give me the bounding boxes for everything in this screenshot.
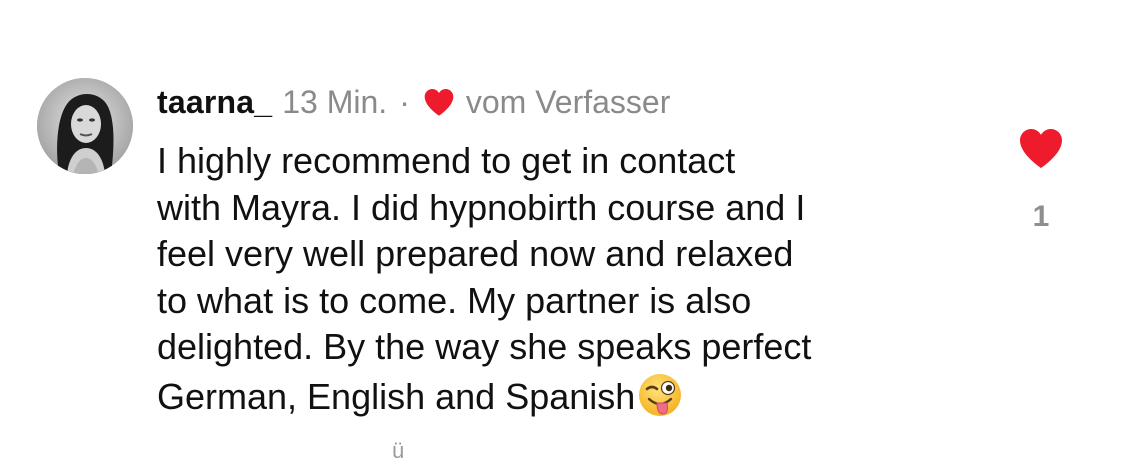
avatar[interactable] bbox=[37, 78, 133, 174]
comment-text: I highly recommend to get in contact wit… bbox=[157, 138, 977, 420]
cut-off-next-comment-glyph: ü bbox=[392, 438, 405, 463]
separator-dot: · bbox=[399, 83, 410, 120]
comment-line: delighted. By the way she speaks perfect bbox=[157, 326, 812, 367]
comment-line-last: German, English and Spanish bbox=[157, 371, 977, 421]
comment-line: feel very well prepared now and relaxed bbox=[157, 233, 794, 274]
username-link[interactable]: taarna_ bbox=[157, 84, 272, 121]
comment-line: with Mayra. I did hypnobirth course and … bbox=[157, 186, 806, 228]
avatar-photo-icon bbox=[37, 78, 133, 174]
winking-face-with-tongue-emoji-icon bbox=[636, 371, 684, 419]
comment-meta: taarna_ 13 Min. · vom Verfasser bbox=[157, 82, 670, 122]
heart-icon bbox=[1020, 129, 1062, 168]
like-count[interactable]: 1 bbox=[1020, 200, 1062, 234]
comment-line: to what is to come. My partner is also bbox=[157, 279, 752, 321]
liked-by-author-label: vom Verfasser bbox=[465, 83, 671, 120]
timestamp[interactable]: 13 Min. bbox=[282, 84, 387, 121]
comment-line: German, English and Spanish bbox=[157, 375, 636, 417]
comment-item: taarna_ 13 Min. · vom Verfasser I highly… bbox=[0, 0, 1125, 462]
author-liked-heart-icon bbox=[422, 87, 456, 117]
like-heart-button[interactable] bbox=[1016, 126, 1066, 170]
comment-line: I highly recommend to get in contact bbox=[157, 140, 736, 181]
